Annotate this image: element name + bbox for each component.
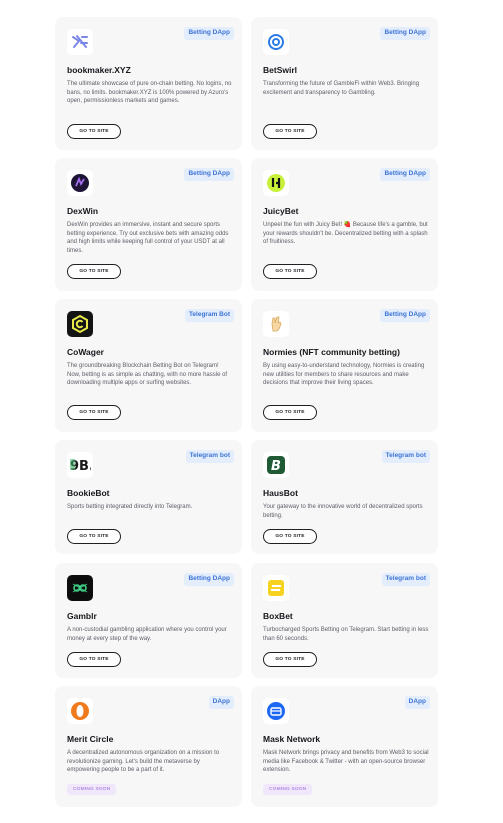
card-title: Gamblr bbox=[67, 611, 97, 621]
card-title: bookmaker.XYZ bbox=[67, 65, 131, 75]
merit-circle-logo-icon bbox=[67, 698, 93, 724]
card-description: Sports betting integrated directly into … bbox=[67, 504, 193, 510]
cowager-logo-icon bbox=[67, 311, 93, 337]
go-to-site-button[interactable]: GO TO SITE bbox=[67, 529, 121, 544]
coming-soon-badge: COMING SOON bbox=[263, 784, 313, 795]
card-title: DexWin bbox=[67, 206, 99, 216]
go-to-site-button[interactable]: GO TO SITE bbox=[263, 405, 317, 420]
betswirl-logo-icon bbox=[263, 29, 289, 55]
card-title: Mask Network bbox=[263, 734, 321, 744]
category-badge: Betting DApp bbox=[380, 27, 430, 40]
card-title: BookieBot bbox=[67, 488, 110, 498]
card-title: Normies (NFT community betting) bbox=[263, 347, 400, 357]
bookmaker-logo-icon bbox=[67, 29, 93, 55]
category-badge: Telegram bot bbox=[381, 573, 430, 586]
category-badge: Betting DApp bbox=[380, 168, 430, 181]
category-badge: Betting DApp bbox=[184, 573, 234, 586]
card-description: Transforming the future of GambleFi with… bbox=[263, 81, 420, 96]
card-description: Mask Network brings privacy and benefits… bbox=[263, 750, 429, 774]
app-card-gamblr: Betting DApp Gamblr A non-custodial gamb… bbox=[55, 563, 242, 678]
card-title: Merit Circle bbox=[67, 734, 114, 744]
coming-soon-badge: COMING SOON bbox=[67, 784, 117, 795]
go-to-site-button[interactable]: GO TO SITE bbox=[67, 264, 121, 279]
card-title: BetSwirl bbox=[263, 65, 298, 75]
card-description: DexWin provides an immersive, instant an… bbox=[67, 222, 229, 254]
go-to-site-button[interactable]: GO TO SITE bbox=[67, 124, 121, 139]
app-card-normies: Betting DApp Normies (NFT community bett… bbox=[251, 299, 438, 432]
go-to-site-button[interactable]: GO TO SITE bbox=[263, 529, 317, 544]
mask-network-logo-icon bbox=[263, 698, 289, 724]
app-card-mask-network: DApp Mask Network Mask Network brings pr… bbox=[251, 686, 438, 807]
card-description: The ultimate showcase of pure on-chain b… bbox=[67, 81, 232, 105]
go-to-site-button[interactable]: GO TO SITE bbox=[263, 124, 317, 139]
app-card-bookmaker: Betting DApp bookmaker.XYZ The ultimate … bbox=[55, 17, 242, 150]
card-description: By using easy-to-understand technology, … bbox=[263, 363, 425, 387]
go-to-site-button[interactable]: GO TO SITE bbox=[67, 652, 121, 667]
card-description: Turbocharged Sports Betting on Telegram.… bbox=[263, 627, 429, 642]
category-badge: Betting DApp bbox=[184, 27, 234, 40]
card-title: BoxBet bbox=[263, 611, 293, 621]
go-to-site-button[interactable]: GO TO SITE bbox=[67, 405, 121, 420]
app-card-boxbet: Telegram bot BoxBet Turbocharged Sports … bbox=[251, 563, 438, 678]
card-title: JuicyBet bbox=[263, 206, 299, 216]
normies-hand-logo-icon bbox=[263, 311, 289, 337]
dexwin-logo-icon bbox=[67, 170, 93, 196]
category-badge: Betting DApp bbox=[380, 309, 430, 322]
app-card-dexwin: Betting DApp DexWin DexWin provides an i… bbox=[55, 158, 242, 291]
boxbet-logo-icon bbox=[263, 575, 289, 601]
card-title: HausBot bbox=[263, 488, 298, 498]
app-card-hausbot: B Telegram bot HausBot Your gateway to t… bbox=[251, 440, 438, 554]
category-badge: Telegram Bot bbox=[184, 309, 234, 322]
card-description: A non-custodial gambling application whe… bbox=[67, 627, 227, 642]
app-card-juicybet: Betting DApp JuicyBet Unpeel the fun wit… bbox=[251, 158, 438, 291]
category-badge: DApp bbox=[404, 696, 430, 709]
card-description: A decentralized autonomous organization … bbox=[67, 750, 220, 774]
card-title: CoWager bbox=[67, 347, 104, 357]
app-card-merit-circle: DApp Merit Circle A decentralized autono… bbox=[55, 686, 242, 807]
card-description: Your gateway to the innovative world of … bbox=[263, 504, 423, 519]
card-description: Unpeel the fun with Juicy Bet! 🍓 Because… bbox=[263, 222, 428, 246]
bookiebot-logo-icon: 9B. bbox=[67, 452, 93, 478]
category-badge: Telegram bot bbox=[185, 450, 234, 463]
go-to-site-button[interactable]: GO TO SITE bbox=[263, 264, 317, 279]
app-card-bookiebot: 9B. Telegram bot BookieBot Sports bettin… bbox=[55, 440, 242, 554]
hausbot-logo-icon: B bbox=[263, 452, 289, 478]
svg-text:B: B bbox=[271, 459, 281, 474]
card-description: The groundbreaking Blockchain Betting Bo… bbox=[67, 363, 228, 387]
category-badge: Telegram bot bbox=[381, 450, 430, 463]
gamblr-logo-icon bbox=[67, 575, 93, 601]
category-badge: Betting DApp bbox=[184, 168, 234, 181]
go-to-site-button[interactable]: GO TO SITE bbox=[263, 652, 317, 667]
juicybet-logo-icon bbox=[263, 170, 289, 196]
app-card-cowager: Telegram Bot CoWager The groundbreaking … bbox=[55, 299, 242, 432]
category-badge: DApp bbox=[208, 696, 234, 709]
app-card-betswirl: Betting DApp BetSwirl Transforming the f… bbox=[251, 17, 438, 150]
